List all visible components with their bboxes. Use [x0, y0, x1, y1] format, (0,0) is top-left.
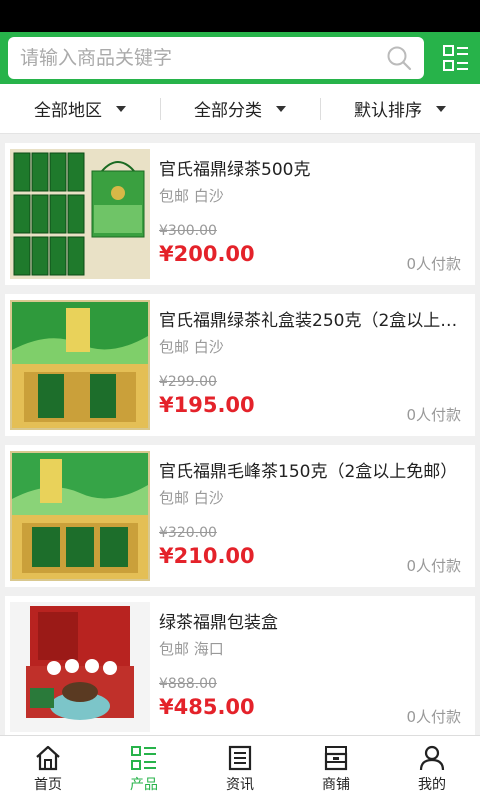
filter-label: 全部地区	[34, 101, 102, 121]
product-title[interactable]: 官氏福鼎毛峰茶150克（2盒以上免邮）	[159, 457, 469, 482]
search-icon[interactable]	[386, 45, 412, 71]
search-input[interactable]	[20, 37, 380, 79]
tab-label: 资讯	[226, 777, 254, 793]
product-card[interactable]: 官氏福鼎毛峰茶150克（2盒以上免邮） 包邮 白沙 ¥320.00 ¥210.0…	[5, 445, 475, 587]
product-card[interactable]: 官氏福鼎绿茶500克 包邮 白沙 ¥300.00 ¥200.00 0人付款	[5, 143, 475, 285]
header	[0, 32, 480, 84]
user-icon	[419, 745, 445, 771]
tab-me[interactable]: 我的	[384, 736, 480, 800]
sold-count: 0人付款	[406, 255, 461, 273]
filter-label: 默认排序	[354, 101, 422, 121]
tab-products[interactable]: 产品	[96, 736, 192, 800]
filter-category[interactable]: 全部分类	[160, 84, 320, 133]
caret-down-icon	[116, 105, 126, 112]
sale-price: ¥210.00	[159, 544, 255, 568]
status-bar	[0, 0, 480, 32]
list-icon	[131, 746, 156, 770]
search-box[interactable]	[8, 37, 424, 79]
bottom-tab-bar: 首页 产品 资讯 商铺 我的	[0, 735, 480, 800]
original-price: ¥300.00	[159, 223, 217, 239]
tab-home[interactable]: 首页	[0, 736, 96, 800]
product-title[interactable]: 官氏福鼎绿茶500克	[159, 155, 469, 180]
tab-label: 产品	[130, 777, 158, 793]
home-icon	[36, 745, 60, 771]
filter-label: 全部分类	[194, 101, 262, 121]
caret-down-icon	[276, 105, 286, 112]
product-image	[10, 602, 150, 732]
sold-count: 0人付款	[406, 708, 461, 726]
shop-icon	[324, 746, 348, 771]
tab-news[interactable]: 资讯	[192, 736, 288, 800]
product-image	[10, 300, 150, 430]
tab-label: 首页	[34, 777, 62, 793]
sale-price: ¥200.00	[159, 242, 255, 266]
original-price: ¥888.00	[159, 676, 217, 692]
tab-shop[interactable]: 商铺	[288, 736, 384, 800]
product-tag: 包邮 海口	[159, 640, 224, 658]
product-title[interactable]: 绿茶福鼎包装盒	[159, 608, 469, 633]
product-title[interactable]: 官氏福鼎绿茶礼盒装250克（2盒以上免邮）	[159, 306, 469, 331]
news-icon	[228, 745, 252, 771]
sale-price: ¥195.00	[159, 393, 255, 417]
qr-menu-icon[interactable]	[442, 44, 470, 72]
filter-bar: 全部地区 全部分类 默认排序	[0, 84, 480, 134]
product-tag: 包邮 白沙	[159, 187, 224, 205]
product-list: 官氏福鼎绿茶500克 包邮 白沙 ¥300.00 ¥200.00 0人付款 官氏…	[0, 134, 480, 735]
sold-count: 0人付款	[406, 557, 461, 575]
product-image	[10, 149, 150, 279]
product-tag: 包邮 白沙	[159, 489, 224, 507]
product-tag: 包邮 白沙	[159, 338, 224, 356]
product-card[interactable]: 绿茶福鼎包装盒 包邮 海口 ¥888.00 ¥485.00 0人付款	[5, 596, 475, 735]
filter-region[interactable]: 全部地区	[0, 84, 160, 133]
product-image	[10, 451, 150, 581]
sold-count: 0人付款	[406, 406, 461, 424]
caret-down-icon	[436, 105, 446, 112]
original-price: ¥320.00	[159, 525, 217, 541]
original-price: ¥299.00	[159, 374, 217, 390]
filter-sort[interactable]: 默认排序	[320, 84, 480, 133]
sale-price: ¥485.00	[159, 695, 255, 719]
product-card[interactable]: 官氏福鼎绿茶礼盒装250克（2盒以上免邮） 包邮 白沙 ¥299.00 ¥195…	[5, 294, 475, 436]
tab-label: 我的	[418, 777, 446, 793]
tab-label: 商铺	[322, 777, 350, 793]
